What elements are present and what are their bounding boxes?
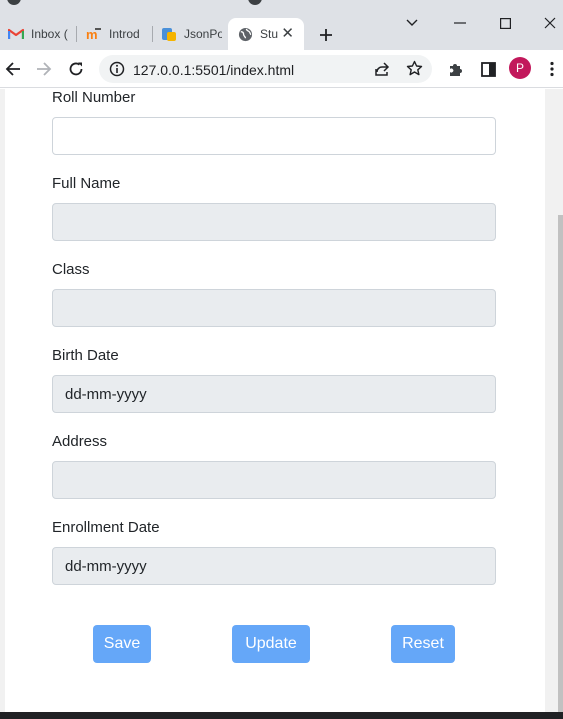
menu-button[interactable] [539,56,563,82]
tab-search-button[interactable] [399,10,425,36]
puzzle-icon [450,64,462,76]
site-info-icon[interactable] [109,61,125,82]
tab-active-student[interactable]: Stu ✕ [228,18,304,50]
birth-date-input[interactable]: dd-mm-yyyy [52,375,496,413]
tab-introduction[interactable]: m Introd [77,18,153,50]
update-button[interactable]: Update [232,625,310,663]
chevron-down-icon [406,19,418,26]
address-input[interactable] [52,461,496,499]
tab-strip: Inbox ( m Introd JsonPo Stu ✕ [0,0,563,50]
close-tab-icon[interactable]: ✕ [281,26,294,41]
birth-date-label: Birth Date [52,347,119,364]
class-input[interactable] [52,289,496,327]
extensions-button[interactable] [443,56,469,82]
url-text: 127.0.0.1:5501/index.html [133,62,295,78]
plus-icon [320,29,332,41]
hidden-tab-row [234,0,496,6]
gmail-icon [8,26,24,42]
enrollment-date-label: Enrollment Date [52,519,160,536]
address-bar[interactable]: 127.0.0.1:5501/index.html [99,55,432,83]
github-icon [248,0,262,5]
full-name-input[interactable] [52,203,496,241]
github-icon [7,0,21,5]
profile-avatar[interactable]: P [509,57,531,79]
tab-label: Introd [109,27,140,41]
arrow-left-icon [5,62,20,76]
reload-icon [69,62,83,76]
jsonpowerdb-icon [161,26,177,42]
tab-label: JsonPo [184,27,222,41]
side-panel-button[interactable] [475,56,501,82]
browser-toolbar: 127.0.0.1:5501/index.html P [0,50,563,88]
arrow-right-icon [37,62,52,76]
minimize-icon [454,22,466,24]
side-panel-icon [480,61,496,77]
close-window-button[interactable] [537,10,563,36]
tab-jsonpowerdb[interactable]: JsonPo [153,18,228,50]
roll-number-input[interactable] [52,117,496,155]
more-vert-icon [550,61,554,77]
save-button[interactable]: Save [93,625,151,663]
tab-inbox[interactable]: Inbox ( [0,18,77,50]
full-name-label: Full Name [52,175,121,192]
class-label: Class [52,261,90,278]
minimize-button[interactable] [447,10,473,36]
share-icon[interactable] [374,61,390,82]
tab-label: Stu [260,27,279,41]
close-icon [544,17,556,29]
scrollbar-thumb[interactable] [558,215,563,712]
globe-icon [237,26,253,42]
address-label: Address [52,433,108,450]
bookmark-star-icon[interactable] [406,60,423,82]
taskbar-edge [0,712,563,719]
hidden-tab-row [0,0,228,6]
moodle-icon: m [86,26,102,42]
back-button[interactable] [0,56,26,82]
forward-button[interactable] [31,56,57,82]
maximize-icon [499,17,511,29]
maximize-button[interactable] [492,10,518,36]
reset-button[interactable]: Reset [391,625,455,663]
roll-number-label: Roll Number [52,89,136,106]
tab-label: Inbox ( [31,27,68,41]
new-tab-button[interactable] [313,22,339,48]
enrollment-date-input[interactable]: dd-mm-yyyy [52,547,496,585]
reload-button[interactable] [63,56,89,82]
